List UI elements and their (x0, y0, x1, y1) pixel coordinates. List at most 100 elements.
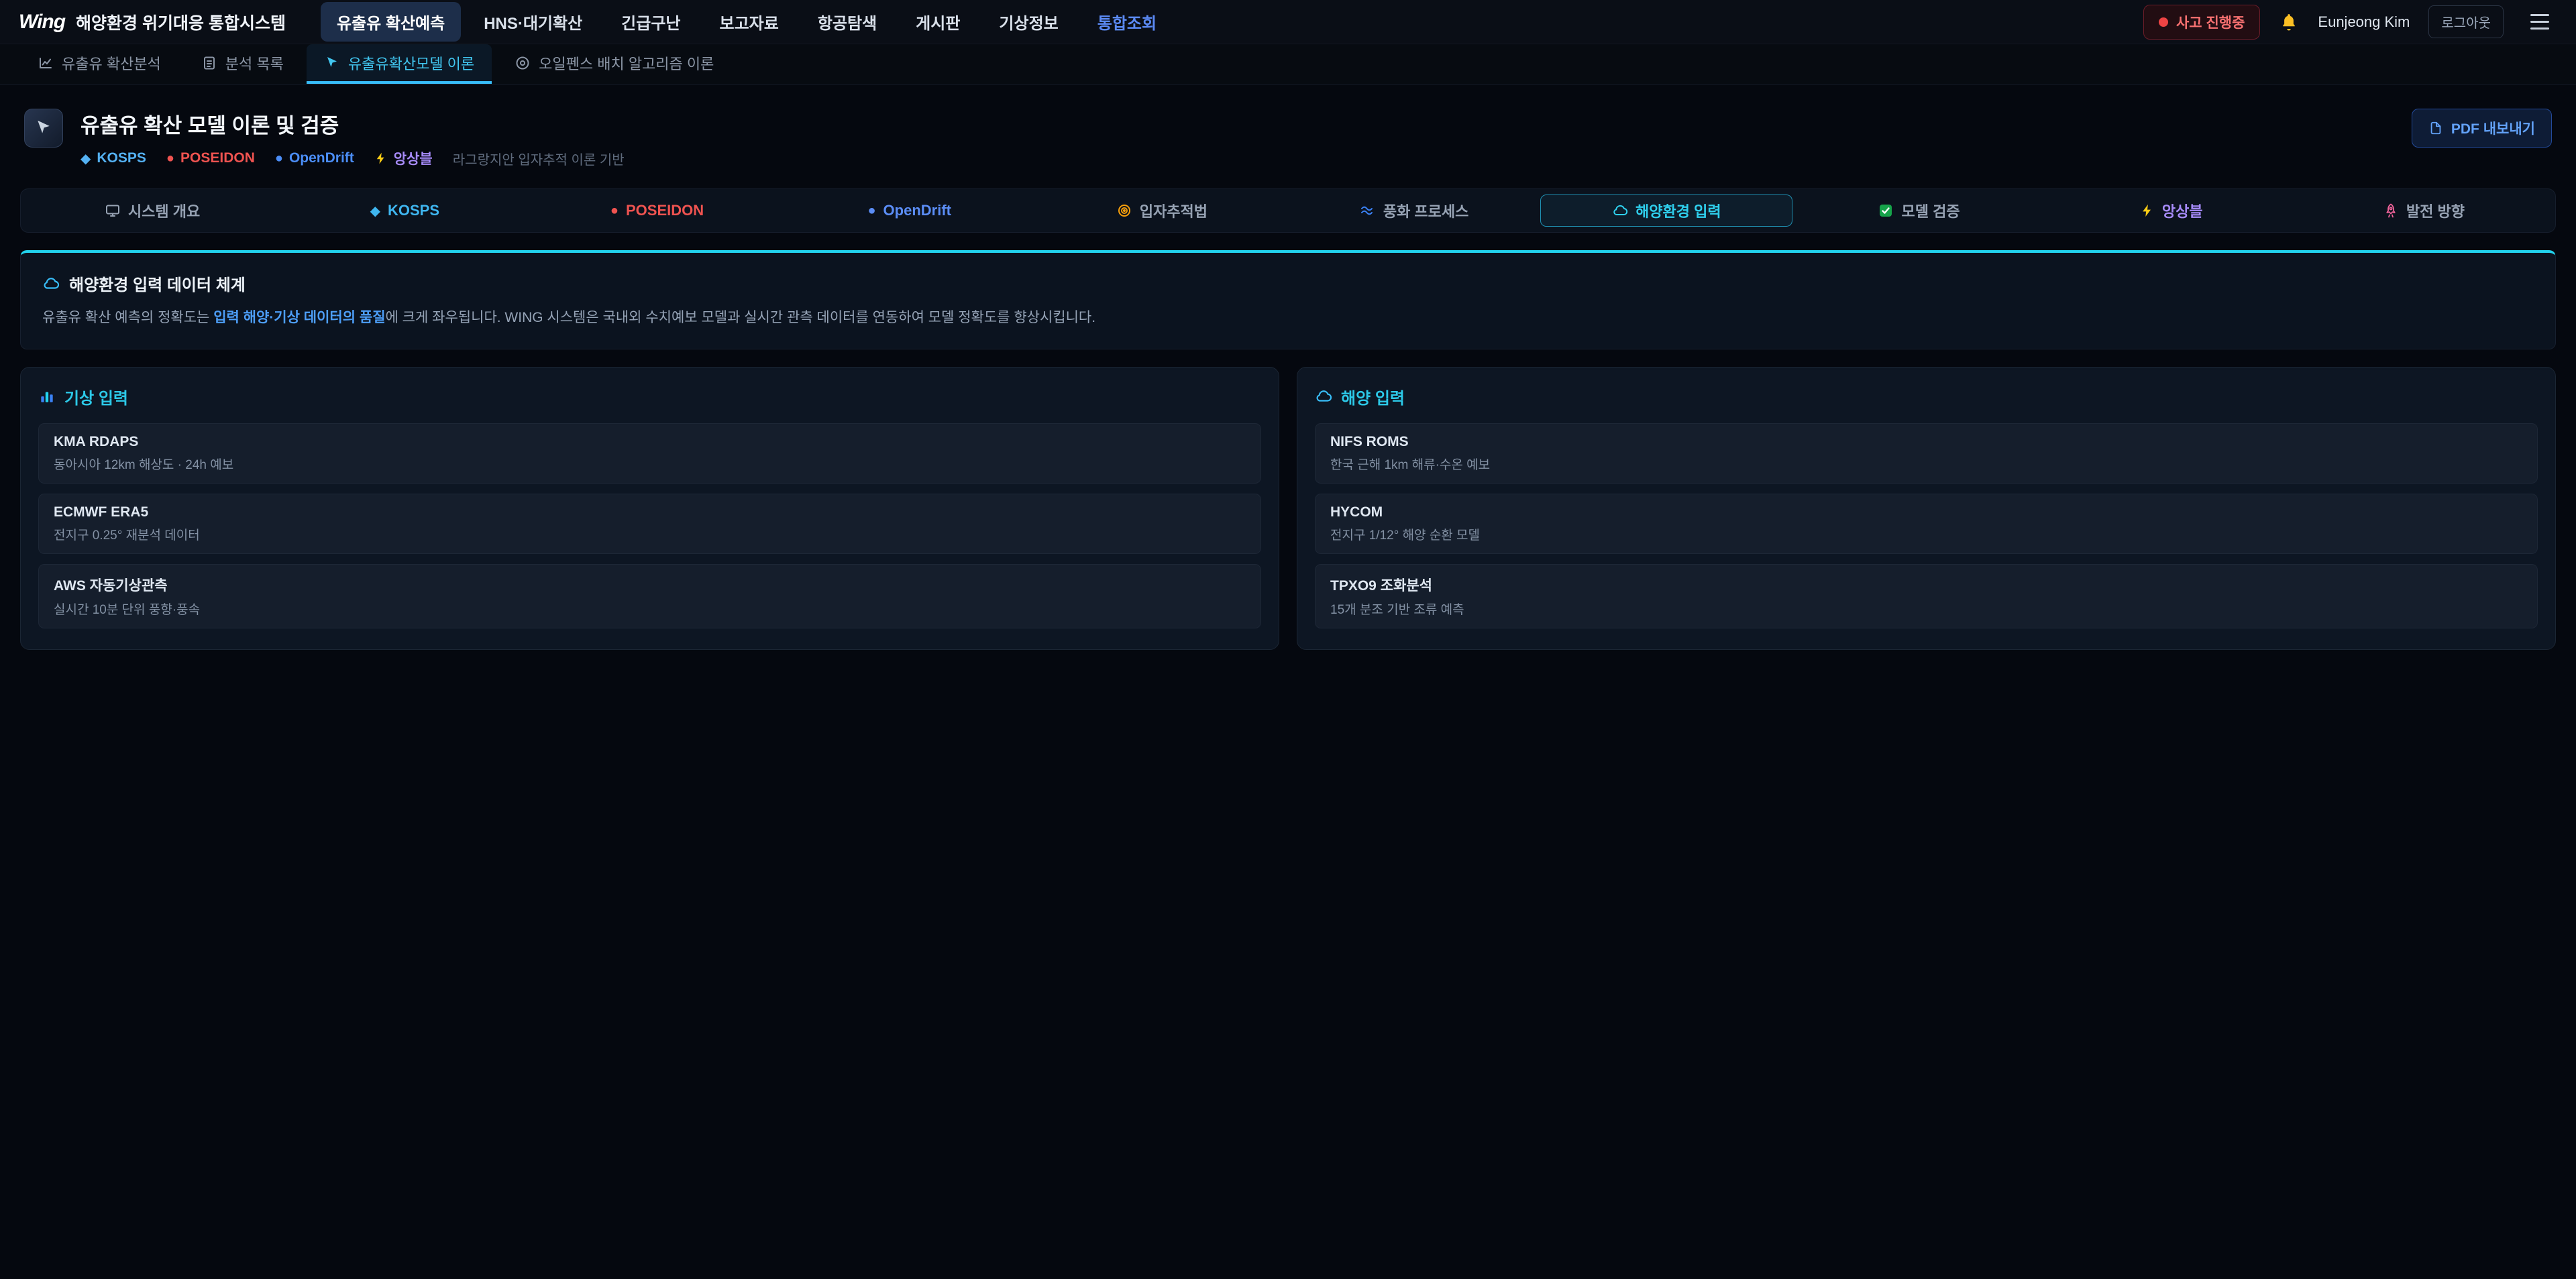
bolt-icon (374, 152, 388, 165)
logout-button[interactable]: 로그아웃 (2428, 5, 2504, 38)
bar-chart-icon (38, 388, 56, 405)
highlighted-text: 입력 해양·기상 데이터의 품질 (213, 310, 385, 325)
subtab-label: 유출유확산모델 이론 (348, 52, 474, 74)
check-square-icon (1878, 203, 1894, 219)
subtab-label: 분석 목록 (225, 52, 284, 74)
user-name: Eunjeong Kim (2318, 13, 2410, 31)
dataset-desc: 전지구 0.25° 재분석 데이터 (54, 525, 1246, 543)
tab-ensemble[interactable]: 앙상블 (2045, 194, 2298, 227)
nav-item-hns-diffusion[interactable]: HNS·대기확산 (468, 2, 598, 42)
top-bar: Wing 해양환경 위기대응 통합시스템 유출유 확산예측 HNS·대기확산 긴… (0, 0, 2576, 44)
nav-item-board[interactable]: 게시판 (900, 2, 976, 42)
line-chart-icon (38, 55, 54, 71)
wave-icon (1360, 203, 1376, 219)
tab-model-validation[interactable]: 모델 검증 (1792, 194, 2045, 227)
page-title-block: 유출유 확산 모델 이론 및 검증 ◆ KOSPS ● POSEIDON ● O… (80, 109, 625, 168)
list-item: TPXO9 조화분석 15개 분조 기반 조류 예측 (1315, 564, 2538, 628)
pen-nib-icon (324, 55, 340, 71)
subtab-analysis-list[interactable]: 분석 목록 (184, 44, 301, 84)
dot-icon: ● (610, 203, 619, 219)
weather-card-title: 기상 입력 (38, 385, 1261, 408)
dataset-name: ECMWF ERA5 (54, 504, 1246, 520)
list-item: AWS 자동기상관측 실시간 10분 단위 풍향·풍속 (38, 564, 1261, 628)
nav-item-integrated-search[interactable]: 통합조회 (1081, 2, 1173, 42)
subtab-label: 오일펜스 배치 알고리즘 이론 (539, 52, 714, 74)
top-right-controls: 사고 진행중 Eunjeong Kim 로그아웃 (2143, 5, 2557, 40)
pdf-export-button[interactable]: PDF 내보내기 (2412, 109, 2552, 148)
subtab-label: 유출유 확산분석 (62, 52, 161, 74)
input-data-cards: 기상 입력 KMA RDAPS 동아시아 12km 해상도 · 24h 예보 E… (20, 367, 2556, 650)
app-title: 해양환경 위기대응 통합시스템 (76, 10, 286, 34)
tab-kosps[interactable]: ◆ KOSPS (278, 194, 531, 227)
poseidon-badge: ● POSEIDON (166, 150, 255, 166)
cloud-icon (1315, 388, 1332, 405)
dataset-desc: 동아시아 12km 해상도 · 24h 예보 (54, 455, 1246, 473)
dataset-desc: 한국 근해 1km 해류·수온 예보 (1330, 455, 2522, 473)
brand: Wing 해양환경 위기대응 통합시스템 (19, 10, 286, 34)
target-icon (1116, 203, 1132, 219)
ocean-input-card: 해양 입력 NIFS ROMS 한국 근해 1km 해류·수온 예보 HYCOM… (1297, 367, 2556, 650)
page-icon-box (24, 109, 63, 148)
tab-future-direction[interactable]: 발전 방향 (2298, 194, 2550, 227)
panel-description: 유출유 확산 예측의 정확도는 입력 해양·기상 데이터의 품질에 크게 좌우됩… (42, 307, 2534, 329)
tab-particle-tracking[interactable]: 입자추적법 (1036, 194, 1288, 227)
ensemble-badge: 앙상블 (374, 148, 433, 168)
dot-icon: ● (275, 151, 283, 166)
opendrift-badge: ● OpenDrift (275, 150, 354, 166)
section-tab-bar: 시스템 개요 ◆ KOSPS ● POSEIDON ● OpenDrift 입자… (20, 188, 2556, 233)
dataset-desc: 실시간 10분 단위 풍향·풍속 (54, 600, 1246, 618)
dataset-desc: 15개 분조 기반 조류 예측 (1330, 600, 2522, 618)
page-subtitle: 라그랑지안 입자추적 이론 기반 (453, 149, 625, 168)
dataset-name: HYCOM (1330, 504, 2522, 520)
nav-item-aerial-search[interactable]: 항공탐색 (802, 2, 893, 42)
wing-logo: Wing (19, 11, 65, 34)
weather-input-card: 기상 입력 KMA RDAPS 동아시아 12km 해상도 · 24h 예보 E… (20, 367, 1279, 650)
incident-status-badge[interactable]: 사고 진행중 (2143, 5, 2260, 40)
dataset-name: AWS 자동기상관측 (54, 575, 1246, 595)
ocean-card-title: 해양 입력 (1315, 385, 2538, 408)
subtab-model-theory[interactable]: 유출유확산모델 이론 (307, 44, 492, 84)
list-item: KMA RDAPS 동아시아 12km 해상도 · 24h 예보 (38, 423, 1261, 484)
tab-marine-env-input[interactable]: 해양환경 입력 (1540, 194, 1792, 227)
dot-icon: ● (166, 151, 174, 166)
monitor-icon (105, 203, 121, 219)
disc-icon (515, 55, 531, 71)
dataset-desc: 전지구 1/12° 해양 순환 모델 (1330, 525, 2522, 543)
dataset-name: KMA RDAPS (54, 434, 1246, 450)
panel-title: 해양환경 입력 데이터 체계 (42, 272, 2534, 295)
subtab-spill-analysis[interactable]: 유출유 확산분석 (20, 44, 178, 84)
document-list-icon (201, 55, 217, 71)
model-badge-row: ◆ KOSPS ● POSEIDON ● OpenDrift 앙상블 라그랑지안… (80, 148, 625, 168)
pdf-file-icon (2428, 121, 2443, 135)
tab-system-overview[interactable]: 시스템 개요 (26, 194, 278, 227)
marine-env-input-panel: 해양환경 입력 데이터 체계 유출유 확산 예측의 정확도는 입력 해양·기상 … (20, 250, 2556, 349)
nav-item-oil-spill-prediction[interactable]: 유출유 확산예측 (321, 2, 461, 42)
dataset-name: NIFS ROMS (1330, 434, 2522, 450)
nav-item-reports[interactable]: 보고자료 (704, 2, 795, 42)
subtab-oil-fence-algorithm[interactable]: 오일펜스 배치 알고리즘 이론 (497, 44, 731, 84)
hamburger-icon[interactable] (2522, 7, 2557, 37)
cloud-icon (42, 275, 60, 292)
cloud-icon (1612, 203, 1628, 219)
incident-dot-icon (2159, 17, 2168, 27)
nav-item-emergency-rescue[interactable]: 긴급구난 (605, 2, 696, 42)
diamond-icon: ◆ (80, 150, 91, 167)
pen-nib-icon (34, 118, 54, 138)
dataset-name: TPXO9 조화분석 (1330, 575, 2522, 595)
tab-poseidon[interactable]: ● POSEIDON (531, 194, 783, 227)
kosps-badge: ◆ KOSPS (80, 150, 146, 167)
tab-weathering-process[interactable]: 풍화 프로세스 (1288, 194, 1540, 227)
page-header: 유출유 확산 모델 이론 및 검증 ◆ KOSPS ● POSEIDON ● O… (0, 85, 2576, 180)
incident-status-label: 사고 진행중 (2176, 12, 2245, 32)
diamond-icon: ◆ (370, 203, 380, 219)
nav-item-weather-info[interactable]: 기상정보 (983, 2, 1074, 42)
sub-tab-bar: 유출유 확산분석 분석 목록 유출유확산모델 이론 오일펜스 배치 알고리즘 이… (0, 44, 2576, 85)
rocket-icon (2383, 203, 2399, 219)
main-nav: 유출유 확산예측 HNS·대기확산 긴급구난 보고자료 항공탐색 게시판 기상정… (321, 2, 1173, 42)
list-item: NIFS ROMS 한국 근해 1km 해류·수온 예보 (1315, 423, 2538, 484)
bell-icon[interactable] (2279, 12, 2299, 32)
page-title: 유출유 확산 모델 이론 및 검증 (80, 109, 625, 139)
list-item: HYCOM 전지구 1/12° 해양 순환 모델 (1315, 494, 2538, 554)
tab-opendrift[interactable]: ● OpenDrift (784, 194, 1036, 227)
list-item: ECMWF ERA5 전지구 0.25° 재분석 데이터 (38, 494, 1261, 554)
